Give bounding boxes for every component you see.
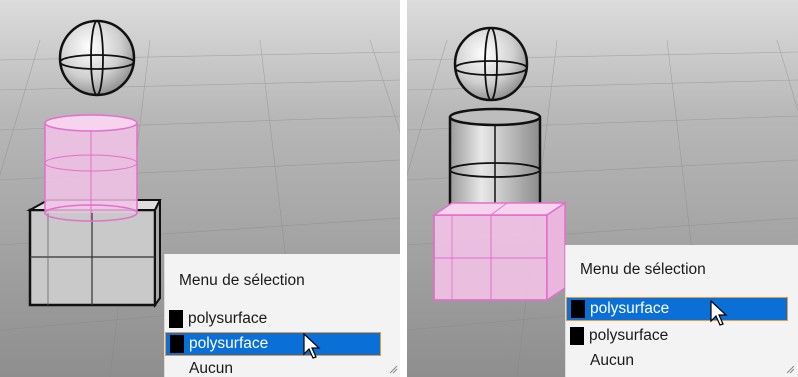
viewport-panel-left: Menu de sélection polysurface polysurfac… [0, 0, 400, 377]
selection-menu-item-label: polysurface [590, 300, 670, 317]
selection-menu-item-label: polysurface [189, 335, 269, 352]
arrow-cursor-icon [303, 333, 321, 359]
sphere-object-left [58, 19, 136, 97]
sphere-object-right [453, 26, 529, 102]
selection-menu-title: Menu de sélection [580, 261, 706, 278]
resize-grip-icon[interactable] [785, 364, 795, 374]
object-color-swatch-icon [169, 310, 183, 328]
viewport-panel-right: Menu de sélection polysurface polysurfac… [407, 0, 798, 377]
selection-menu-item-polysurface-highlighted[interactable]: polysurface [165, 332, 381, 356]
selection-menu-item-none[interactable]: Aucun [566, 349, 788, 373]
box-object-right-highlighted [431, 201, 568, 302]
resize-grip-icon[interactable] [388, 364, 398, 374]
selection-menu-item-label: Aucun [189, 360, 233, 377]
selection-menu: Menu de sélection polysurface polysurfac… [565, 245, 798, 377]
selection-menu-item-label: polysurface [589, 327, 669, 344]
cylinder-object-right [448, 107, 542, 215]
selection-menu-item-none[interactable]: Aucun [165, 358, 365, 377]
selection-menu-item-polysurface[interactable]: polysurface [165, 307, 365, 331]
object-color-swatch-icon [570, 327, 584, 345]
selection-menu-title: Menu de sélection [179, 272, 305, 289]
object-color-swatch-icon [571, 300, 585, 318]
cylinder-object-left-highlighted [44, 114, 138, 222]
selection-menu-item-polysurface-highlighted[interactable]: polysurface [566, 297, 788, 321]
panel-divider [400, 0, 407, 377]
selection-menu-item-label: Aucun [590, 352, 634, 369]
selection-menu-item-label: polysurface [188, 310, 268, 327]
selection-menu-item-polysurface[interactable]: polysurface [566, 324, 788, 348]
arrow-cursor-icon [710, 300, 728, 326]
box-object-left [26, 199, 162, 309]
selection-menu: Menu de sélection polysurface polysurfac… [164, 254, 400, 377]
object-color-swatch-icon [170, 335, 184, 353]
